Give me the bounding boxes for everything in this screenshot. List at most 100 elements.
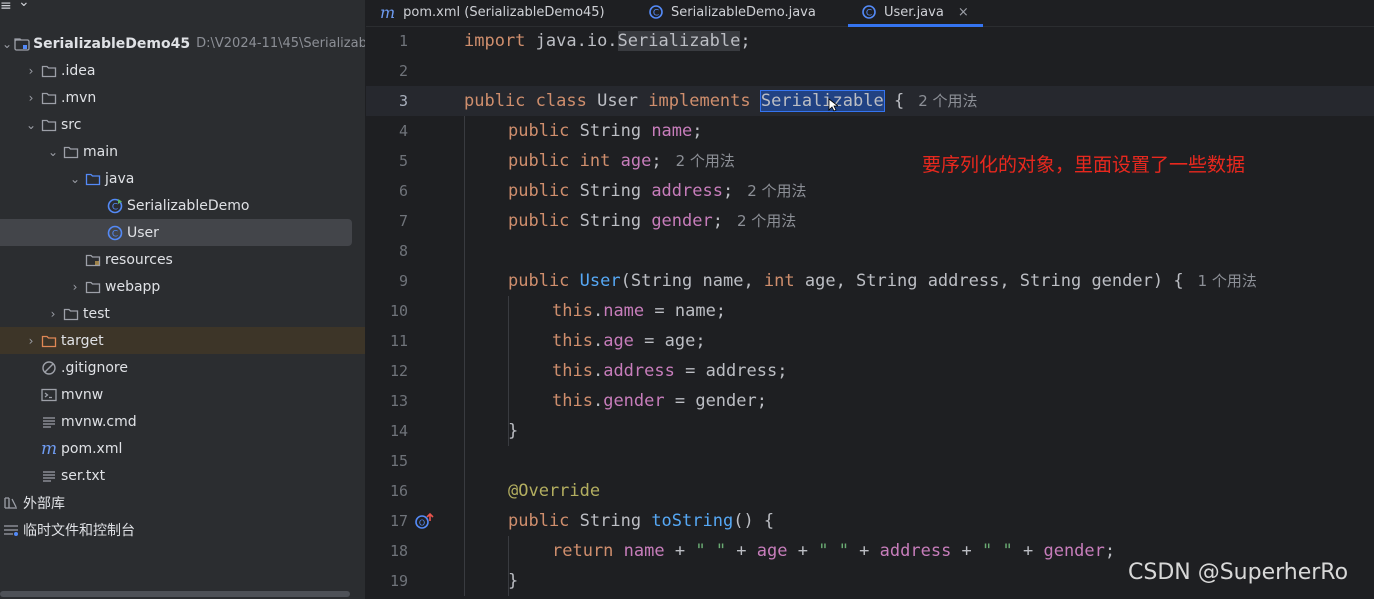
line-number: 15 <box>389 452 408 470</box>
chevron-down-icon[interactable]: ⌄ <box>68 172 82 186</box>
tree-item[interactable]: ⌄ SerializableDemo45 D:\V2024-11\45\Serial… <box>0 30 365 57</box>
chevron-right-icon[interactable]: › <box>46 307 60 321</box>
tree-item[interactable]: › .idea <box>0 57 365 84</box>
tree-item-label: mvnw <box>61 386 104 403</box>
tree-item[interactable]: ser.txt <box>0 462 365 489</box>
mouse-cursor-icon <box>828 97 840 116</box>
chevron-down-icon[interactable]: ⌄ <box>18 0 30 10</box>
chevron-right-icon[interactable]: › <box>24 334 38 348</box>
folder-icon <box>84 279 102 295</box>
usage-hint[interactable]: 2 个用法 <box>737 212 796 230</box>
chevron-right-icon[interactable]: › <box>68 280 82 294</box>
line-number: 7 <box>398 212 408 230</box>
tree-item-label: .mvn <box>61 89 97 106</box>
watermark: CSDN @SuperherRo <box>1128 560 1349 585</box>
code-line-16: @Override <box>508 481 601 501</box>
code-line-17: public String toString() { <box>508 511 775 531</box>
menu-icon[interactable]: ≡ <box>0 0 12 14</box>
tree-item[interactable]: m pom.xml <box>0 435 365 462</box>
tab-label: pom.xml (SerializableDemo45) <box>403 4 605 20</box>
selected-word: Serializable <box>759 90 885 112</box>
tree-item-label: 临时文件和控制台 <box>23 522 135 539</box>
code-line-13: this.gender = gender; <box>552 391 767 411</box>
tree-item-label: 外部库 <box>23 495 65 512</box>
tree-item[interactable]: C User <box>0 219 352 246</box>
tree-item[interactable]: › .mvn <box>0 84 365 111</box>
code-line-7: public String gender; 2 个用法 <box>508 211 797 231</box>
tab-pom-xml[interactable]: m pom.xml (SerializableDemo45) <box>380 0 605 24</box>
tree-item-label: resources <box>105 251 173 268</box>
tree-item[interactable]: mvnw <box>0 381 365 408</box>
folder-icon <box>62 144 80 160</box>
code-line-4: public String name; <box>508 121 703 141</box>
usage-hint[interactable]: 2 个用法 <box>747 182 806 200</box>
code-line-14: } <box>508 421 519 441</box>
svg-text:C: C <box>112 202 118 212</box>
svg-text:C: C <box>112 229 118 239</box>
tab-serializabledemo-java[interactable]: C SerializableDemo.java <box>649 0 816 24</box>
code-line-3: public class User implements Serializabl… <box>464 90 978 112</box>
indent-guide <box>464 116 465 596</box>
tree-item[interactable]: mvnw.cmd <box>0 408 365 435</box>
usage-hint[interactable]: 2 个用法 <box>676 152 735 170</box>
tree-item-label: User <box>127 224 159 241</box>
annotation-note: 要序列化的对象，里面设置了一些数据 <box>922 154 1246 176</box>
line-number: 9 <box>398 272 408 290</box>
tree-item-label: webapp <box>105 278 161 295</box>
maven-icon: m <box>380 2 396 22</box>
tree-item[interactable]: › webapp <box>0 273 365 300</box>
tree-item[interactable]: › test <box>0 300 365 327</box>
override-gutter-icon[interactable]: O <box>414 511 436 535</box>
tree-item[interactable]: 临时文件和控制台 <box>0 516 365 543</box>
code-editor[interactable]: m pom.xml (SerializableDemo45) C Seriali… <box>366 0 1374 599</box>
text-file-icon <box>40 468 58 484</box>
chevron-down-icon[interactable]: ⌄ <box>24 118 38 132</box>
svg-text:O: O <box>419 519 425 528</box>
tree-item[interactable]: › target <box>0 327 365 354</box>
tree-item[interactable]: ⌄ src <box>0 111 365 138</box>
tree-item-label: SerializableDemo <box>127 197 250 214</box>
code-line-9: public User(String name, int age, String… <box>508 271 1257 291</box>
horizontal-scrollbar[interactable] <box>0 591 350 597</box>
tree-item[interactable]: resources <box>0 246 365 273</box>
line-number: 5 <box>398 152 408 170</box>
tree-item-label: .idea <box>61 62 96 79</box>
maven-file-icon: m <box>40 441 58 457</box>
tree-item-label: pom.xml <box>61 440 123 457</box>
class-icon: C <box>106 225 124 241</box>
svg-text:m: m <box>41 441 57 457</box>
code-area[interactable]: import java.io.Serializable; public clas… <box>464 26 1374 599</box>
line-number: 12 <box>389 362 408 380</box>
tree-item-label: target <box>61 332 104 349</box>
scratches-icon <box>2 522 20 538</box>
chevron-right-icon[interactable]: › <box>24 64 38 78</box>
line-number: 16 <box>389 482 408 500</box>
code-line-10: this.name = name; <box>552 301 727 321</box>
tree-item-label: .gitignore <box>61 359 128 376</box>
line-number: 17 <box>389 512 408 530</box>
close-icon[interactable]: × <box>958 5 969 20</box>
chevron-down-icon[interactable]: ⌄ <box>46 145 60 159</box>
chevron-right-icon[interactable]: › <box>24 91 38 105</box>
tree-item-label: mvnw.cmd <box>61 413 137 430</box>
chevron-down-icon[interactable]: ⌄ <box>2 37 12 51</box>
tree-item-label: test <box>83 305 110 322</box>
usage-hint[interactable]: 1 个用法 <box>1198 272 1257 290</box>
module-path: D:\V2024-11\45\SerializableDe <box>196 36 365 51</box>
tree-item[interactable]: ⌄ java <box>0 165 365 192</box>
tree-item[interactable]: 外部库 <box>0 489 365 516</box>
line-number: 13 <box>389 392 408 410</box>
folder-resources-icon <box>84 252 102 268</box>
line-number: 19 <box>389 572 408 590</box>
line-number: 14 <box>389 422 408 440</box>
line-number: 8 <box>398 242 408 260</box>
tree-item[interactable]: ⌄ main <box>0 138 365 165</box>
tab-user-java[interactable]: C User.java × <box>848 0 983 27</box>
tree-item[interactable]: C SerializableDemo <box>0 192 365 219</box>
project-tool-window: ≡ ⌄ ⌄ SerializableDemo45 D:\V2024-11\45\Se… <box>0 0 365 599</box>
tree-item[interactable]: .gitignore <box>0 354 365 381</box>
line-number: 2 <box>398 62 408 80</box>
code-line-18: return name + " " + age + " " + address … <box>552 541 1116 561</box>
code-line-6: public String address; 2 个用法 <box>508 181 807 201</box>
usage-hint[interactable]: 2 个用法 <box>918 92 977 110</box>
